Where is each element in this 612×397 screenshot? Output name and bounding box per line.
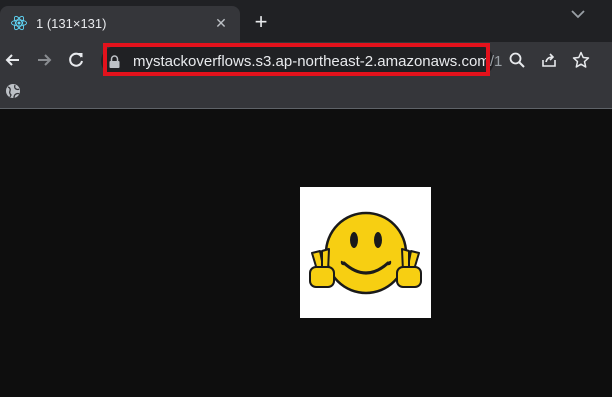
new-tab-button[interactable]: + bbox=[250, 11, 272, 34]
react-icon bbox=[11, 15, 27, 31]
bookmarks-bar bbox=[0, 78, 612, 109]
close-tab-icon[interactable]: ✕ bbox=[212, 14, 230, 32]
displayed-image bbox=[300, 187, 431, 318]
tab-title: 1 (131×131) bbox=[36, 16, 107, 31]
chevron-down-icon[interactable] bbox=[568, 6, 588, 22]
reload-icon[interactable] bbox=[66, 50, 86, 70]
back-arrow-icon[interactable] bbox=[3, 50, 23, 70]
forward-arrow-icon[interactable] bbox=[34, 50, 54, 70]
url-highlight-box bbox=[103, 43, 490, 76]
search-icon[interactable] bbox=[508, 51, 526, 69]
page-content bbox=[0, 109, 612, 397]
globe-icon[interactable] bbox=[5, 83, 21, 99]
smiley-peace-sign-icon bbox=[309, 211, 422, 295]
star-icon[interactable] bbox=[572, 51, 590, 69]
url-path: /1 bbox=[489, 53, 503, 70]
share-icon[interactable] bbox=[540, 51, 558, 69]
tab-strip: 1 (131×131) ✕ + bbox=[0, 0, 612, 42]
browser-tab[interactable]: 1 (131×131) ✕ bbox=[0, 6, 240, 42]
